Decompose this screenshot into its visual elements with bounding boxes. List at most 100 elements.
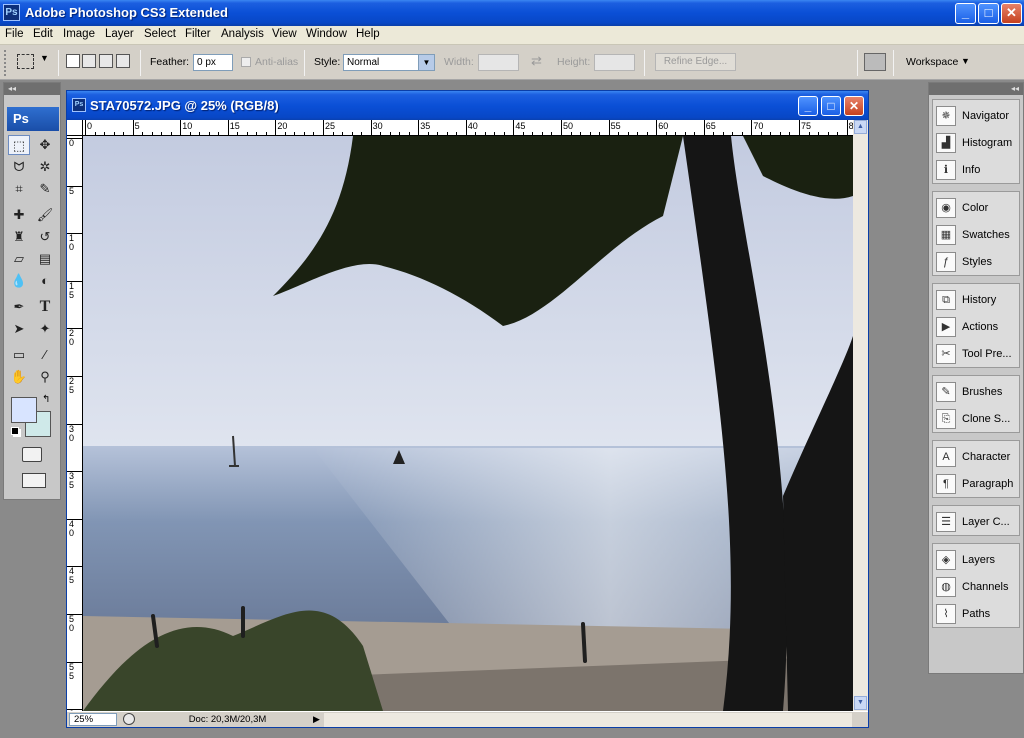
workspace-dropdown-icon[interactable]: ▼	[961, 56, 970, 66]
panel-tab-brushes[interactable]: ✎ Brushes	[933, 378, 1021, 405]
options-grip[interactable]	[4, 50, 10, 76]
ruler-tick	[85, 120, 86, 135]
document-icon: Ps	[72, 98, 86, 112]
chevron-down-icon[interactable]: ▼	[418, 55, 434, 70]
tools-panel-collapse-icon[interactable]: ◂◂	[4, 83, 60, 95]
menu-window[interactable]: Window	[306, 28, 347, 40]
minimize-button[interactable]: _	[955, 3, 976, 24]
blur-tool-icon[interactable]: 💧	[8, 271, 30, 291]
ruler-tick	[656, 120, 658, 135]
foreground-color-swatch[interactable]	[11, 397, 37, 423]
swap-dimensions-icon[interactable]: ⇄	[531, 53, 542, 69]
menu-view[interactable]: View	[272, 28, 297, 40]
panel-tab-navigator[interactable]: ✵ Navigator	[933, 102, 1021, 129]
gradient-tool-icon[interactable]: ▤	[34, 249, 56, 269]
bridge-icon[interactable]	[864, 53, 886, 71]
image-canvas[interactable]	[83, 136, 853, 711]
marquee-tool-icon[interactable]: ⬚	[8, 135, 30, 155]
panel-tab-info[interactable]: ℹ Info	[933, 156, 1021, 183]
doc-maximize-button[interactable]: □	[821, 96, 841, 116]
add-to-selection-icon[interactable]	[82, 54, 96, 68]
intersect-selection-icon[interactable]	[116, 54, 130, 68]
doc-close-button[interactable]: ✕	[844, 96, 864, 116]
panel-dock-collapse-icon[interactable]: ◂◂	[929, 83, 1023, 95]
style-select[interactable]: Normal ▼	[343, 54, 435, 71]
panel-tab-histogram[interactable]: ▟ Histogram	[933, 129, 1021, 156]
lasso-tool-icon[interactable]: ᗢ	[8, 157, 30, 177]
panel-tab-channels[interactable]: ◍ Channels	[933, 573, 1021, 600]
panel-tab-layer-comps[interactable]: ☰ Layer C...	[933, 508, 1021, 535]
doc-minimize-button[interactable]: _	[798, 96, 818, 116]
path-selection-tool-icon[interactable]: ➤	[8, 319, 30, 339]
swap-colors-icon[interactable]: ↰	[42, 394, 50, 405]
panel-tab-color[interactable]: ◉ Color	[933, 194, 1021, 221]
panel-tab-tool-presets[interactable]: ✂ Tool Pre...	[933, 340, 1021, 367]
clone-stamp-tool-icon[interactable]: ♜	[8, 227, 30, 247]
brush-tool-icon[interactable]: 🖌	[34, 205, 56, 225]
feather-label: Feather:	[150, 56, 190, 68]
width-input[interactable]	[478, 54, 519, 71]
vertical-ruler[interactable]: 051 01 52 02 53 03 54 04 55 05 56	[67, 136, 83, 711]
status-info-icon[interactable]	[123, 713, 135, 725]
healing-brush-tool-icon[interactable]: ✚	[8, 205, 30, 225]
crop-tool-icon[interactable]: ⌗	[8, 179, 30, 199]
anti-alias-checkbox[interactable]	[241, 57, 251, 67]
ruler-origin[interactable]	[67, 120, 83, 136]
panel-tab-actions[interactable]: ▶ Actions	[933, 313, 1021, 340]
panel-tab-clone-source[interactable]: ⎘ Clone S...	[933, 405, 1021, 432]
new-selection-icon[interactable]	[66, 54, 80, 68]
menu-select[interactable]: Select	[144, 28, 176, 40]
move-tool-icon[interactable]: ✥	[34, 135, 56, 155]
hand-tool-icon[interactable]: ✋	[8, 367, 30, 387]
magic-wand-tool-icon[interactable]: ✲	[34, 157, 56, 177]
pen-tool-icon[interactable]: ✒	[8, 297, 30, 317]
panel-tab-swatches[interactable]: ▦ Swatches	[933, 221, 1021, 248]
eyedropper-tool-icon[interactable]: ⁄	[34, 345, 56, 365]
panel-tab-paths[interactable]: ⌇ Paths	[933, 600, 1021, 627]
default-colors-icon[interactable]	[11, 427, 19, 435]
menu-image[interactable]: Image	[63, 28, 95, 40]
tools-panel: ◂◂ Ps ⬚ ✥ ᗢ ✲ ⌗ ✎ ✚ 🖌 ♜ ↺ ▱ ▤ 💧 ◐ ✒ T ➤ …	[3, 82, 61, 500]
zoom-level-field[interactable]: 25%	[69, 713, 117, 726]
styles-icon: ƒ	[936, 252, 956, 272]
menu-analysis[interactable]: Analysis	[221, 28, 264, 40]
panel-tab-character[interactable]: A Character	[933, 443, 1021, 470]
panel-tab-layers[interactable]: ◈ Layers	[933, 546, 1021, 573]
workspace-button[interactable]: Workspace	[906, 56, 958, 68]
menu-file[interactable]: File	[5, 28, 24, 40]
rect-marquee-icon[interactable]	[17, 54, 34, 69]
menu-filter[interactable]: Filter	[185, 28, 211, 40]
horizontal-ruler[interactable]: 05101520253035404550556065707580	[83, 120, 853, 136]
menu-help[interactable]: Help	[356, 28, 380, 40]
height-input[interactable]	[594, 54, 635, 71]
eraser-tool-icon[interactable]: ▱	[8, 249, 30, 269]
custom-shape-tool-icon[interactable]: ✦	[34, 319, 56, 339]
feather-input[interactable]: 0 px	[193, 54, 233, 71]
scroll-up-arrow-icon[interactable]: ▲	[854, 120, 867, 134]
panel-tab-styles[interactable]: ƒ Styles	[933, 248, 1021, 275]
close-button[interactable]: ✕	[1001, 3, 1022, 24]
status-menu-arrow-icon[interactable]: ▶	[313, 714, 320, 725]
refine-edge-button[interactable]: Refine Edge...	[655, 53, 736, 71]
channels-icon: ◍	[936, 577, 956, 597]
horizontal-scrollbar[interactable]	[324, 713, 852, 727]
notes-tool-icon[interactable]: ▭	[8, 345, 30, 365]
panel-tab-history[interactable]: ⧉ History	[933, 286, 1021, 313]
vertical-scrollbar[interactable]: ▲ ▼	[853, 120, 868, 711]
slice-tool-icon[interactable]: ✎	[34, 179, 56, 199]
restore-button[interactable]: □	[978, 3, 999, 24]
dodge-tool-icon[interactable]: ◐	[34, 271, 56, 291]
subtract-from-selection-icon[interactable]	[99, 54, 113, 68]
zoom-tool-icon[interactable]: ⚲	[34, 367, 56, 387]
document-title-bar[interactable]: Ps STA70572.JPG @ 25% (RGB/8) _ □ ✕	[67, 91, 868, 121]
panel-tab-paragraph[interactable]: ¶ Paragraph	[933, 470, 1021, 497]
tool-preset-dropdown-icon[interactable]: ▼	[40, 53, 49, 63]
screen-mode-icon[interactable]	[22, 473, 46, 488]
quick-mask-icon[interactable]	[22, 447, 42, 462]
history-brush-tool-icon[interactable]: ↺	[34, 227, 56, 247]
ruler-tick	[703, 120, 705, 135]
menu-layer[interactable]: Layer	[105, 28, 134, 40]
scroll-down-arrow-icon[interactable]: ▼	[854, 696, 867, 710]
menu-edit[interactable]: Edit	[33, 28, 53, 40]
type-tool-icon[interactable]: T	[34, 297, 56, 317]
